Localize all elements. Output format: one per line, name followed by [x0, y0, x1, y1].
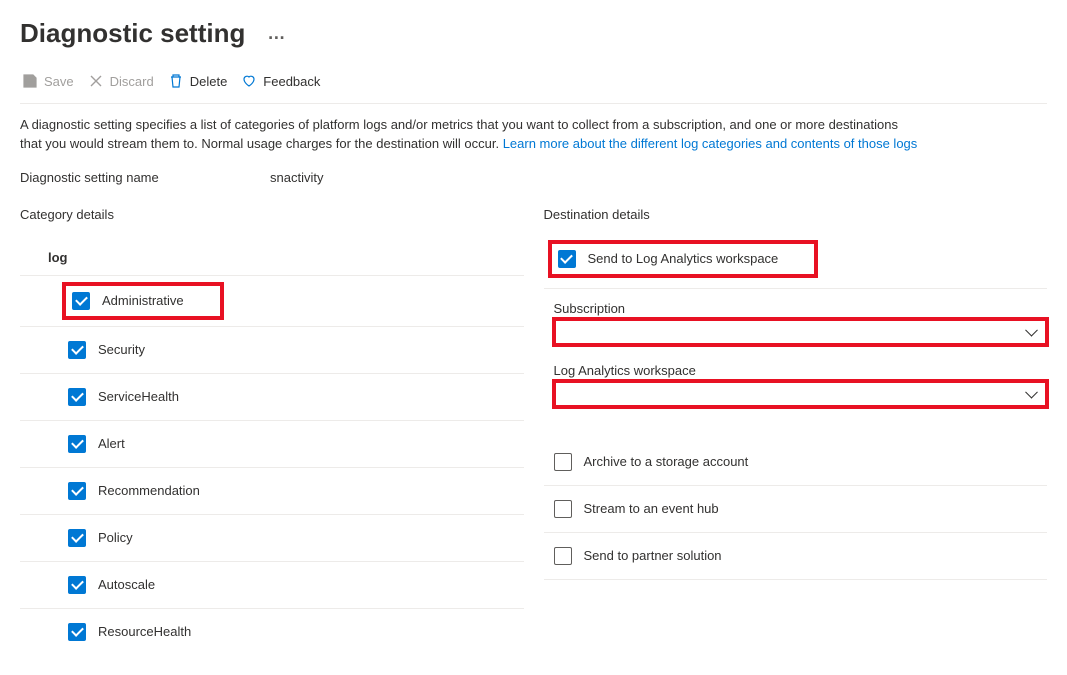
category-details-column: Category details log Administrative Secu… — [20, 207, 524, 655]
category-label-resourcehealth: ResourceHealth — [98, 624, 191, 639]
destination-details-column: Destination details Send to Log Analytic… — [544, 207, 1048, 655]
checkbox-archive[interactable] — [554, 453, 572, 471]
page-title: Diagnostic setting … — [20, 0, 1047, 57]
checkbox-stream[interactable] — [554, 500, 572, 518]
category-label-administrative: Administrative — [102, 293, 184, 308]
checkbox-resourcehealth[interactable] — [68, 623, 86, 641]
category-row-administrative-wrap: Administrative — [20, 282, 524, 320]
category-row-alert: Alert — [20, 421, 524, 468]
category-row-security: Security — [20, 327, 524, 374]
checkbox-autoscale[interactable] — [68, 576, 86, 594]
discard-icon — [88, 73, 104, 89]
category-row-recommendation: Recommendation — [20, 468, 524, 515]
checkbox-recommendation[interactable] — [68, 482, 86, 500]
category-row-servicehealth: ServiceHealth — [20, 374, 524, 421]
row-divider — [544, 288, 1048, 289]
law-field: Log Analytics workspace — [544, 363, 1048, 407]
category-list: Administrative Security ServiceHealth Al… — [20, 282, 524, 655]
setting-name-label: Diagnostic setting name — [20, 170, 270, 185]
law-label: Log Analytics workspace — [554, 363, 1048, 378]
feedback-label: Feedback — [263, 74, 320, 89]
save-button[interactable]: Save — [20, 69, 84, 93]
category-label-security: Security — [98, 342, 145, 357]
save-icon — [22, 73, 38, 89]
category-label-servicehealth: ServiceHealth — [98, 389, 179, 404]
checkbox-administrative[interactable] — [72, 292, 90, 310]
destination-details-header: Destination details — [544, 207, 1048, 222]
delete-icon — [168, 73, 184, 89]
feedback-button[interactable]: Feedback — [239, 69, 330, 93]
category-row-resourcehealth: ResourceHealth — [20, 609, 524, 655]
toolbar-divider — [20, 103, 1047, 104]
feedback-icon — [241, 73, 257, 89]
content-columns: Category details log Administrative Secu… — [20, 207, 1047, 655]
save-label: Save — [44, 74, 74, 89]
highlight-administrative: Administrative — [62, 282, 224, 320]
category-label-autoscale: Autoscale — [98, 577, 155, 592]
category-label-policy: Policy — [98, 530, 133, 545]
checkbox-send-la[interactable] — [558, 250, 576, 268]
stream-label: Stream to an event hub — [584, 501, 719, 516]
checkbox-partner[interactable] — [554, 547, 572, 565]
more-icon[interactable]: … — [267, 23, 287, 44]
delete-button[interactable]: Delete — [166, 69, 238, 93]
checkbox-security[interactable] — [68, 341, 86, 359]
checkbox-servicehealth[interactable] — [68, 388, 86, 406]
subscription-dropdown[interactable] — [554, 319, 1048, 345]
log-section-header: log — [20, 240, 524, 276]
archive-label: Archive to a storage account — [584, 454, 749, 469]
learn-more-link[interactable]: Learn more about the different log categ… — [503, 136, 918, 151]
checkbox-policy[interactable] — [68, 529, 86, 547]
law-dropdown[interactable] — [554, 381, 1048, 407]
partner-label: Send to partner solution — [584, 548, 722, 563]
discard-label: Discard — [110, 74, 154, 89]
setting-name-row: Diagnostic setting name snactivity — [20, 170, 1047, 185]
subscription-label: Subscription — [554, 301, 1048, 316]
description-text: A diagnostic setting specifies a list of… — [20, 116, 920, 154]
setting-name-value: snactivity — [270, 170, 323, 185]
category-label-recommendation: Recommendation — [98, 483, 200, 498]
toolbar: Save Discard Delete Feedback — [20, 57, 1047, 103]
category-details-header: Category details — [20, 207, 524, 222]
send-la-wrap: Send to Log Analytics workspace — [544, 240, 1048, 278]
category-label-alert: Alert — [98, 436, 125, 451]
delete-label: Delete — [190, 74, 228, 89]
page-title-text: Diagnostic setting — [20, 18, 245, 49]
dest-row-partner: Send to partner solution — [544, 533, 1048, 580]
highlight-send-la: Send to Log Analytics workspace — [548, 240, 819, 278]
subscription-field: Subscription — [544, 301, 1048, 345]
checkbox-alert[interactable] — [68, 435, 86, 453]
category-row-policy: Policy — [20, 515, 524, 562]
dest-row-archive: Archive to a storage account — [544, 439, 1048, 486]
discard-button[interactable]: Discard — [86, 69, 164, 93]
dest-row-stream: Stream to an event hub — [544, 486, 1048, 533]
category-row-autoscale: Autoscale — [20, 562, 524, 609]
send-la-label: Send to Log Analytics workspace — [588, 251, 779, 266]
